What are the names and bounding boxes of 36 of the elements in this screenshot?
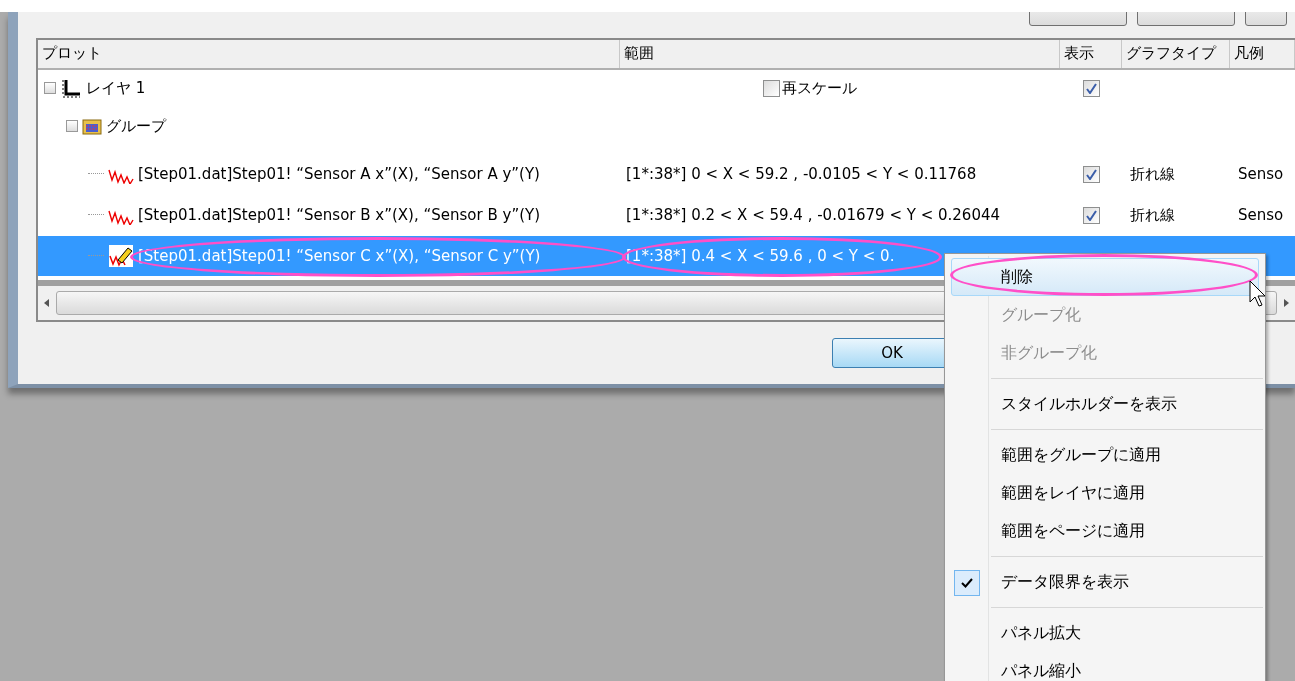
- column-header[interactable]: 表示: [1060, 40, 1122, 68]
- graph-type: 折れ線: [1130, 164, 1175, 183]
- checkbox[interactable]: [1082, 79, 1100, 97]
- legend-text: Senso: [1238, 206, 1284, 224]
- group-label: グループ: [106, 116, 166, 136]
- plot-name: [Step01.dat]Step01! “Sensor B x”(X), “Sensor B y”(Y): [138, 206, 541, 224]
- line-plot-edit-icon: [108, 244, 134, 268]
- column-header[interactable]: 範囲: [620, 40, 1060, 68]
- axes-icon: [60, 78, 82, 98]
- collapse-toggle[interactable]: [66, 120, 78, 132]
- menu-item[interactable]: パネル拡大: [951, 614, 1259, 652]
- column-header[interactable]: グラフタイプ: [1122, 40, 1230, 68]
- plot-name: [Step01.dat]Step01! “Sensor C x”(X), “Sensor C y”(Y): [138, 247, 541, 265]
- graph-type: 折れ線: [1130, 205, 1175, 224]
- menu-item[interactable]: 範囲をレイヤに適用: [951, 474, 1259, 512]
- checkbox[interactable]: [1082, 165, 1100, 183]
- column-header[interactable]: 凡例: [1230, 40, 1295, 68]
- range-text: [1*:38*] 0 < X < 59.2 , -0.0105 < Y < 0.11768: [626, 165, 977, 183]
- layer-label: レイヤ 1: [86, 78, 146, 98]
- checkbox[interactable]: [1082, 206, 1100, 224]
- checkbox[interactable]: [763, 79, 780, 97]
- scroll-right-icon[interactable]: [1281, 297, 1291, 309]
- legend-text: Senso: [1238, 165, 1284, 183]
- scroll-left-icon[interactable]: [42, 297, 52, 309]
- rescale-label: 再スケール: [782, 78, 857, 98]
- menu-item[interactable]: スタイルホルダーを表示: [951, 385, 1259, 423]
- menu-item[interactable]: 範囲をページに適用: [951, 512, 1259, 550]
- collapse-toggle[interactable]: [44, 82, 56, 94]
- range-text: [1*:38*] 0.2 < X < 59.4 , -0.01679 < Y < 0.26044: [626, 206, 1001, 224]
- menu-item[interactable]: データ限界を表示: [951, 563, 1259, 601]
- menu-item[interactable]: 削除: [951, 258, 1259, 296]
- column-header[interactable]: プロット: [38, 40, 620, 68]
- folder-icon: [82, 116, 102, 136]
- menu-item[interactable]: 範囲をグループに適用: [951, 436, 1259, 474]
- menu-item[interactable]: パネル縮小: [951, 652, 1259, 681]
- plot-name: [Step01.dat]Step01! “Sensor A x”(X), “Sensor A y”(Y): [138, 165, 540, 183]
